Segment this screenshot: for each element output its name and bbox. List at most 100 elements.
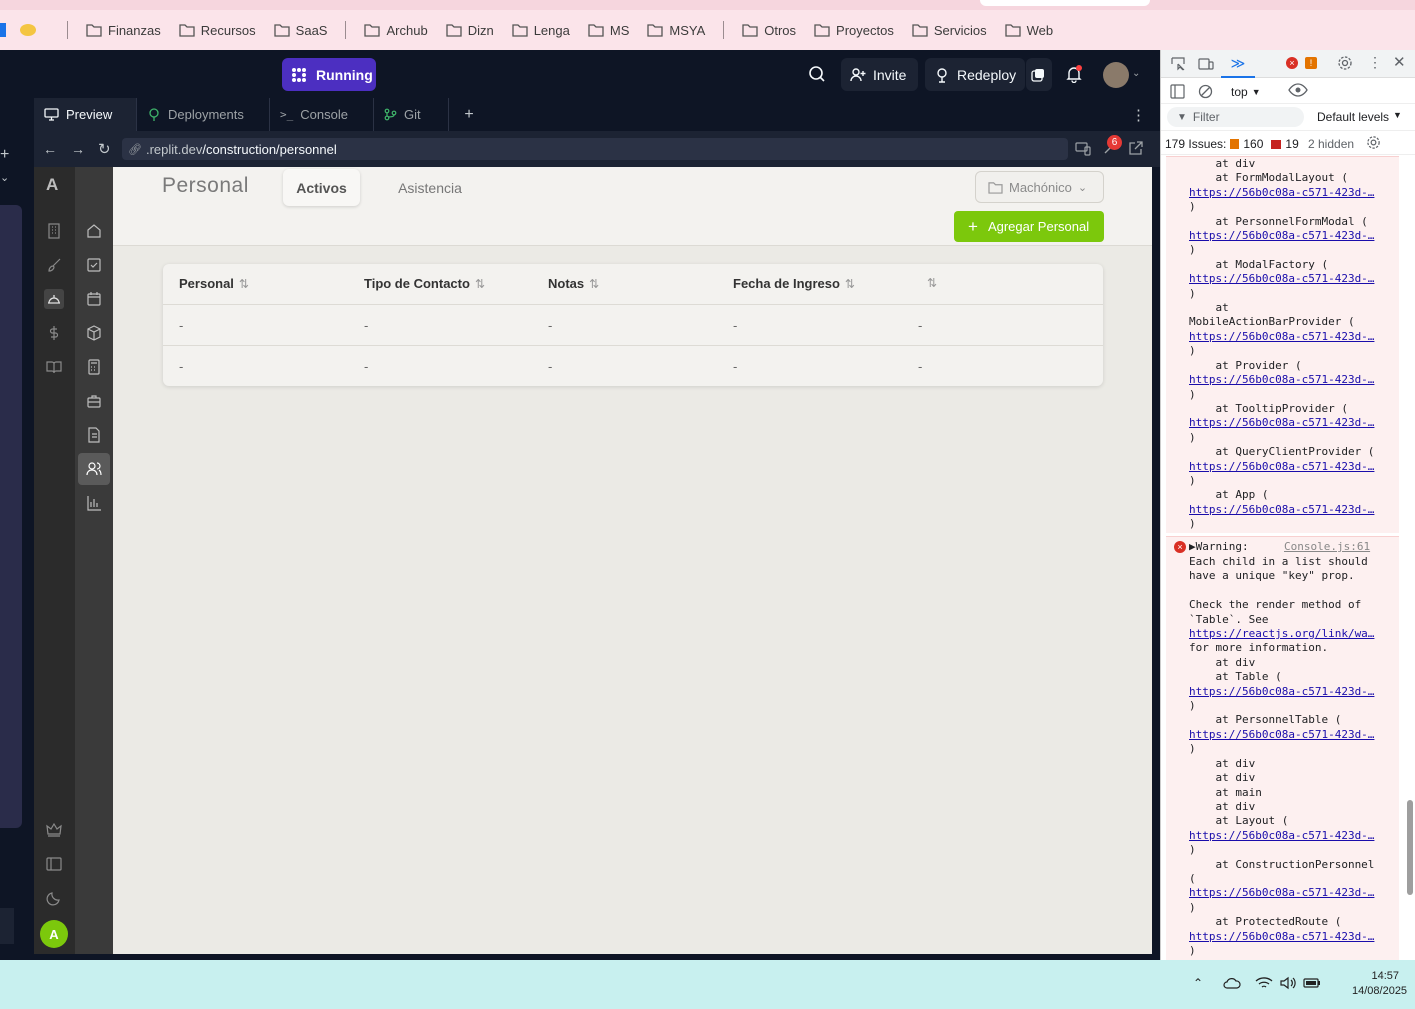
bookmark-folder-dizn[interactable]: Dizn [437,16,503,44]
dollar-icon[interactable] [44,323,64,343]
warning-source-link[interactable]: Console.js:61 [1284,540,1370,553]
multiplayer-button[interactable] [1026,58,1052,91]
more-panels-icon[interactable]: ≫ [1221,50,1255,78]
notifications-bell-icon[interactable] [1065,65,1083,83]
tab-git[interactable]: Git [374,98,449,131]
column-header-actions[interactable]: ⇅ [922,276,937,290]
stack-line[interactable]: https://56b0c08a-c571-423d-… [1189,186,1399,200]
project-selector[interactable]: Machónico ⌄ [975,171,1104,203]
home-icon[interactable] [84,221,104,241]
redeploy-button[interactable]: Redeploy [925,58,1025,91]
bookmark-folder-otros[interactable]: Otros [733,16,805,44]
user-avatar[interactable]: A [40,920,68,948]
tab-preview[interactable]: Preview [34,98,137,131]
tab-console[interactable]: >_ Console [270,98,374,131]
stack-line[interactable]: https://56b0c08a-c571-423d-… [1189,886,1399,900]
crown-icon[interactable] [44,820,64,840]
devices-icon[interactable] [1075,140,1091,156]
open-new-window-icon[interactable] [1128,140,1144,156]
stack-line[interactable]: https://56b0c08a-c571-423d-… [1189,728,1399,742]
clear-console-icon[interactable] [1198,84,1213,99]
cloud-icon[interactable] [1223,977,1241,989]
collapse-chevron-icon[interactable]: ⌄ [0,171,9,184]
warning-title[interactable]: ▶Warning: [1189,540,1249,553]
error-circle-icon[interactable]: × [1286,57,1298,69]
log-levels-dropdown[interactable]: Default levels ▼ [1317,110,1402,124]
brush-icon[interactable] [44,255,64,275]
left-collapsed-panel[interactable] [0,205,22,828]
users-icon[interactable] [84,459,104,479]
clock[interactable]: 14:57 14/08/2025 [1352,970,1407,997]
checkbox-icon[interactable] [84,255,104,275]
bookmark-folder-servicios[interactable]: Servicios [903,16,996,44]
briefcase-icon[interactable] [84,391,104,411]
invite-button[interactable]: Invite [841,58,918,91]
stack-line[interactable]: https://56b0c08a-c571-423d-… [1189,229,1399,243]
stack-line[interactable]: https://56b0c08a-c571-423d-… [1189,272,1399,286]
stack-line[interactable]: https://56b0c08a-c571-423d-… [1189,416,1399,430]
tabs-more-icon[interactable]: ⋮ [1131,106,1146,124]
bookmark-folder-ms[interactable]: MS [579,16,639,44]
preview-url-field[interactable]: 🔗︎ .replit.dev/construction/personnel [122,138,1068,160]
avatar-chevron-down-icon[interactable]: ⌄ [1132,68,1140,79]
volume-icon[interactable] [1279,976,1297,990]
stack-line[interactable]: https://reactjs.org/link/wa… [1189,627,1399,641]
add-icon[interactable]: + [0,146,14,164]
avatar[interactable] [1103,62,1129,88]
column-header-fecha-ingreso[interactable]: Fecha de Ingreso ⇅ [733,276,855,291]
settings-gear-icon[interactable] [1337,55,1353,71]
stack-line[interactable]: https://56b0c08a-c571-423d-… [1189,930,1399,944]
bookmark-coin-icon[interactable] [20,24,36,36]
device-toolbar-icon[interactable] [1198,56,1214,72]
column-header-personal[interactable]: Personal ⇅ [179,276,249,291]
tab-asistencia[interactable]: Asistencia [385,169,475,206]
battery-icon[interactable] [1303,977,1321,989]
forward-arrow-icon[interactable]: → [71,141,85,157]
book-open-icon[interactable] [44,357,64,377]
bar-chart-icon[interactable] [84,493,104,513]
scrollbar-thumb[interactable] [1407,800,1413,895]
stack-line[interactable]: https://56b0c08a-c571-423d-… [1189,460,1399,474]
bookmark-folder-msya[interactable]: MSYA [638,16,714,44]
bookmark-folder-lenga[interactable]: Lenga [503,16,579,44]
issues-summary[interactable]: 179 Issues: 160 19 [1165,137,1299,151]
browser-tab[interactable] [980,0,1150,6]
stack-line[interactable]: https://56b0c08a-c571-423d-… [1189,503,1399,517]
tab-activos[interactable]: Activos [283,169,360,206]
search-icon[interactable] [808,65,826,83]
moon-icon[interactable] [44,888,64,908]
column-header-tipo-contacto[interactable]: Tipo de Contacto ⇅ [364,276,485,291]
stack-line[interactable]: https://56b0c08a-c571-423d-… [1189,685,1399,699]
context-selector[interactable]: top ▼ [1231,83,1261,101]
calendar-icon[interactable] [84,289,104,309]
reload-icon[interactable]: ↻ [98,140,111,158]
stack-line[interactable]: https://56b0c08a-c571-423d-… [1189,829,1399,843]
bookmark-folder-web[interactable]: Web [996,16,1063,44]
bookmark-folder-saas[interactable]: SaaS [265,16,337,44]
bookmark-favicon-icon[interactable] [0,23,6,37]
live-expression-eye-icon[interactable] [1288,83,1308,97]
bookmark-folder-recursos[interactable]: Recursos [170,16,265,44]
calculator-icon[interactable] [84,357,104,377]
back-arrow-icon[interactable]: ← [43,141,57,157]
run-button[interactable]: Running [282,58,376,91]
bookmark-folder-proyectos[interactable]: Proyectos [805,16,903,44]
new-tab-plus-icon[interactable]: + [449,98,489,131]
wifi-icon[interactable] [1255,976,1273,990]
stack-line[interactable]: https://56b0c08a-c571-423d-… [1189,373,1399,387]
app-logo[interactable]: A [46,175,58,195]
column-header-notas[interactable]: Notas ⇅ [548,276,599,291]
helmet-icon[interactable] [44,289,64,309]
document-icon[interactable] [84,425,104,445]
package-icon[interactable] [84,323,104,343]
bookmark-folder-finanzas[interactable]: Finanzas [77,16,170,44]
sidebar-panel-icon[interactable] [1170,84,1185,99]
building-icon[interactable] [44,221,64,241]
tab-deployments[interactable]: Deployments [137,98,270,131]
console-settings-gear-icon[interactable] [1366,135,1381,150]
sidebar-toggle-icon[interactable] [44,854,64,874]
warning-flag-icon[interactable]: ! [1305,57,1317,69]
bookmark-folder-archub[interactable]: Archub [355,16,436,44]
close-icon[interactable]: ✕ [1393,53,1406,71]
add-personnel-button[interactable]: + Agregar Personal [954,211,1104,242]
